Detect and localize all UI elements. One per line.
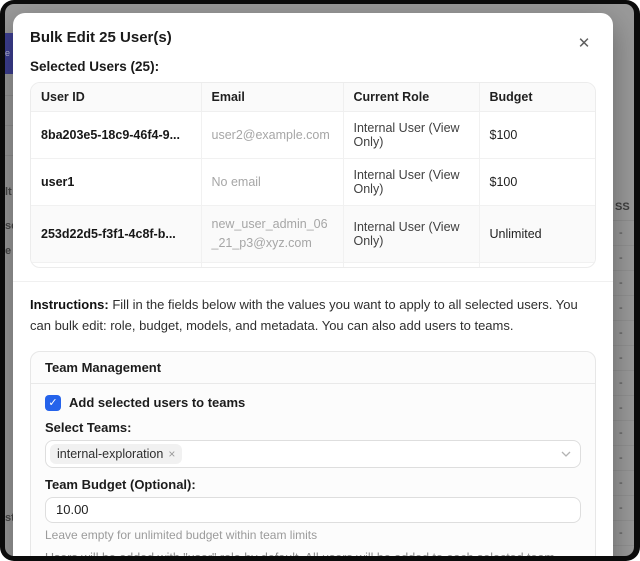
background-dash-cell: - <box>613 346 634 371</box>
close-icon[interactable]: ✕ <box>575 35 593 53</box>
section-divider <box>13 281 613 282</box>
background-dash-cell: - <box>613 296 634 321</box>
window-frame: e lt se e st SS ------------- Bulk Edit … <box>0 0 640 561</box>
team-note-text: Users will be added with "user" role by … <box>45 551 581 556</box>
background-table-column: SS ------------- <box>613 193 634 546</box>
add-users-to-teams-label: Add selected users to teams <box>69 395 245 410</box>
column-header-current-role: Current Role <box>343 83 479 112</box>
role-cell: Internal User (View Only) <box>343 159 479 206</box>
background-dash-cell: - <box>613 521 634 546</box>
background-dash-cell: - <box>613 371 634 396</box>
role-cell: Internal User (View Only) <box>343 262 479 268</box>
role-cell: Internal User (View Only) <box>343 206 479 263</box>
email-cell: new_user_admin_06_21_p3@xyz.com <box>201 206 343 263</box>
background-column-header: SS <box>613 193 634 221</box>
table-row: 253d22d5-f3f1-4c8f-b... new_user_admin_0… <box>31 206 596 263</box>
column-header-email: Email <box>201 83 343 112</box>
user-id-cell: 5dbd2335-cdd6-47ca-b... <box>31 262 201 268</box>
modal-title: Bulk Edit 25 User(s) <box>30 29 596 46</box>
page-overlay: e lt se e st SS ------------- Bulk Edit … <box>5 4 634 556</box>
column-header-budget: Budget <box>479 83 596 112</box>
bulk-edit-modal: Bulk Edit 25 User(s) ✕ Selected Users (2… <box>13 13 613 556</box>
background-dash-cell: - <box>613 496 634 521</box>
team-management-title: Team Management <box>31 352 595 384</box>
budget-cell: $100 <box>479 159 596 206</box>
background-dash-cell: - <box>613 271 634 296</box>
instructions-body: Fill in the fields below with the values… <box>30 297 578 333</box>
user-id-cell: 8ba203e5-18c9-46f4-9... <box>31 112 201 159</box>
email-cell: No email <box>201 159 343 206</box>
table-header-row: User ID Email Current Role Budget <box>31 83 596 112</box>
background-dash-cell: - <box>613 471 634 496</box>
instructions-text: Instructions: Fill in the fields below w… <box>30 294 596 337</box>
select-teams-input[interactable]: internal-exploration × <box>45 440 581 468</box>
team-tag-label: internal-exploration <box>57 447 163 461</box>
add-users-to-teams-checkbox[interactable]: ✓ <box>45 395 61 411</box>
team-budget-input[interactable] <box>45 497 581 523</box>
remove-tag-icon[interactable]: × <box>168 447 175 461</box>
budget-cell: Unlimited <box>479 206 596 263</box>
table-row: 5dbd2335-cdd6-47ca-b... inter Internal U… <box>31 262 596 268</box>
background-dash-cell: - <box>613 446 634 471</box>
user-id-cell: user1 <box>31 159 201 206</box>
background-dash-cell: - <box>613 321 634 346</box>
table-row: 8ba203e5-18c9-46f4-9... user2@example.co… <box>31 112 596 159</box>
budget-helper-text: Leave empty for unlimited budget within … <box>45 528 581 542</box>
background-dash-cell: - <box>613 421 634 446</box>
team-budget-label: Team Budget (Optional): <box>45 477 581 492</box>
instructions-label: Instructions: <box>30 297 109 312</box>
selected-team-tag: internal-exploration × <box>50 444 182 464</box>
background-text-fragment: e <box>5 245 11 257</box>
user-id-cell: 253d22d5-f3f1-4c8f-b... <box>31 206 201 263</box>
email-cell: inter <box>201 262 343 268</box>
background-dash-cell: - <box>613 396 634 421</box>
column-header-user-id: User ID <box>31 83 201 112</box>
background-dash-cell: - <box>613 246 634 271</box>
budget-cell: Unlimited <box>479 262 596 268</box>
select-teams-label: Select Teams: <box>45 420 581 435</box>
selected-users-table[interactable]: User ID Email Current Role Budget 8ba203… <box>30 82 596 268</box>
team-management-card: Team Management ✓ Add selected users to … <box>30 351 596 556</box>
background-text-fragment: lt <box>5 186 12 198</box>
budget-cell: $100 <box>479 112 596 159</box>
background-dash-cell: - <box>613 221 634 246</box>
chevron-down-icon[interactable] <box>560 448 572 460</box>
email-cell: user2@example.com <box>201 112 343 159</box>
selected-users-label: Selected Users (25): <box>30 59 596 74</box>
role-cell: Internal User (View Only) <box>343 112 479 159</box>
table-row: user1 No email Internal User (View Only)… <box>31 159 596 206</box>
